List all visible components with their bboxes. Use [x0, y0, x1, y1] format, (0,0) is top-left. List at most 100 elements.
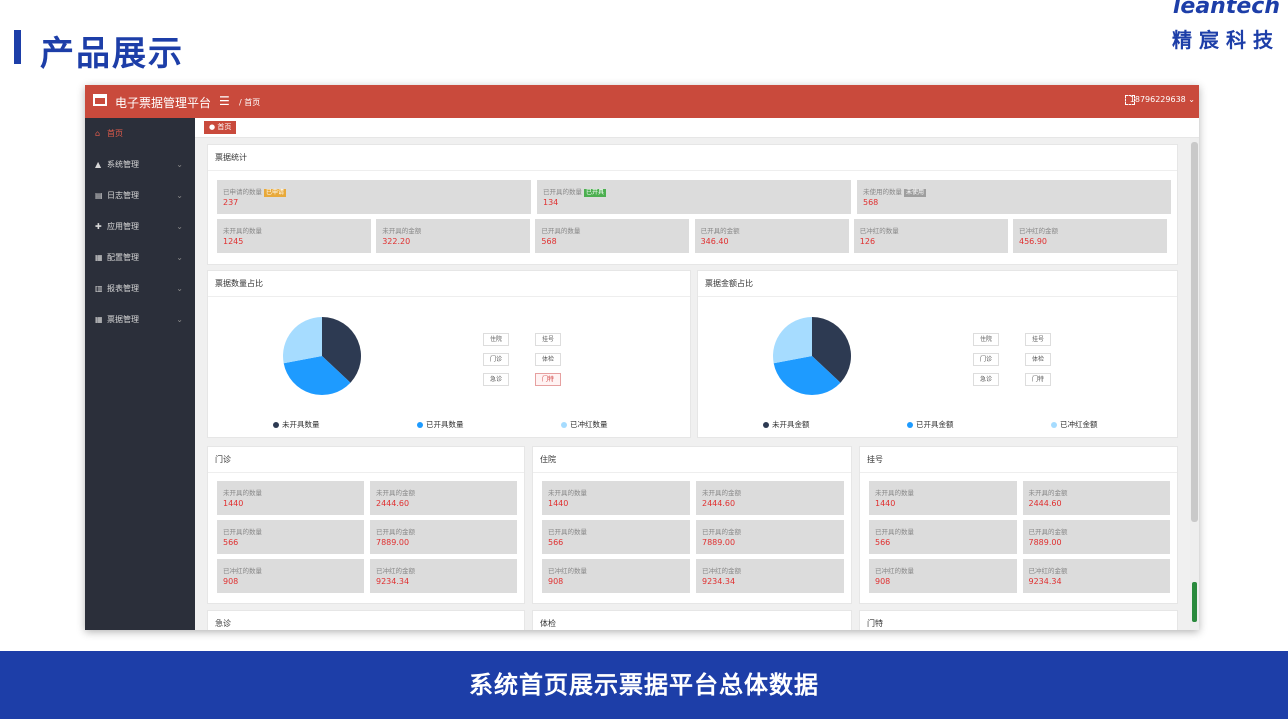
legend-dot	[561, 422, 567, 428]
stat-label-text: 未开具的数量	[223, 227, 262, 235]
chevron-down-icon: ⌄	[176, 222, 183, 231]
stat-value: 568	[863, 198, 879, 207]
user-menu[interactable]: 18796229638 ⌄	[1130, 95, 1195, 104]
dept-filter-button[interactable]: 急诊	[973, 373, 999, 386]
stat-label: 已开具的数量 已开具	[543, 186, 607, 197]
stat-label-text: 已冲红的数量	[859, 227, 899, 235]
dept-filter-button[interactable]: 门特	[535, 373, 561, 386]
stat-value: 566	[223, 538, 239, 547]
legend-label: 已开具数量	[426, 420, 464, 429]
sidebar-item-icon: ✚	[95, 222, 102, 231]
dept-filter-button[interactable]: 住院	[483, 333, 509, 346]
dept-card-partial: 急诊	[207, 610, 525, 630]
legend-item[interactable]: 已开具金额	[907, 419, 954, 430]
dept-filter-button[interactable]: 体检	[535, 353, 561, 366]
stat-box: 未开具的数量 1245	[217, 219, 371, 253]
legend-item[interactable]: 已冲红金额	[1051, 419, 1098, 430]
stat-label: 已开具的金额	[701, 225, 740, 235]
sidebar-item-icon: ▦	[95, 253, 103, 262]
sidebar-item-label: 系统管理	[107, 160, 139, 169]
stat-value: 566	[548, 538, 564, 547]
stat-value: 126	[859, 237, 876, 246]
stat-box: 未开具的数量 1440	[869, 481, 1017, 515]
sidebar-item[interactable]: ⌂ 首页	[85, 118, 195, 149]
dept-filter-button[interactable]: 体检	[1025, 353, 1051, 366]
stat-value: 2444.60	[376, 499, 410, 508]
stat-value: 568	[541, 237, 557, 246]
stat-value: 456.90	[1019, 237, 1047, 246]
title-accent-bar	[14, 30, 21, 64]
stat-label: 未开具的数量	[548, 487, 587, 497]
legend-item[interactable]: 未开具数量	[273, 419, 320, 430]
stat-label: 已开具的数量	[223, 526, 262, 536]
scrollbar[interactable]	[1190, 138, 1199, 630]
pie-slice-2[interactable]	[283, 317, 322, 364]
pie-slice-2[interactable]	[773, 317, 812, 364]
scroll-thumb[interactable]	[1191, 142, 1198, 522]
stat-value: 9234.34	[376, 577, 410, 586]
scroll-indicator	[1192, 582, 1197, 622]
stat-label-text: 已冲红的数量	[548, 567, 587, 575]
legend-label: 已开具金额	[916, 420, 954, 429]
legend-item[interactable]: 已冲红数量	[561, 419, 608, 430]
legend-dot	[417, 422, 423, 428]
slide: 产品展示 leantech 精宸科技 电子票据管理平台 ☰ / 首页 18796…	[0, 0, 1288, 719]
stat-label-text: 已开具的数量	[875, 528, 914, 536]
dept-card-title: 体检	[533, 611, 851, 630]
dept-filter-button[interactable]: 挂号	[1025, 333, 1051, 346]
stat-label: 已冲红的金额	[1029, 565, 1068, 575]
app-screenshot: 电子票据管理平台 ☰ / 首页 18796229638 ⌄ ⌂ 首页 ▲ 系统管理 ⌄ ▤…	[85, 85, 1199, 630]
tab-home[interactable]: ● 首页	[204, 121, 237, 134]
stat-label-text: 未开具的金额	[1028, 489, 1068, 497]
stat-value: 7889.00	[376, 538, 410, 547]
sidebar-item[interactable]: ▥ 报表管理 ⌄	[85, 273, 195, 304]
stat-box: 未开具的数量 1440	[217, 481, 364, 515]
sidebar-item[interactable]: ▦ 票据管理 ⌄	[85, 304, 195, 335]
sidebar-item[interactable]: ▤ 日志管理 ⌄	[85, 180, 195, 211]
sidebar-item[interactable]: ✚ 应用管理 ⌄	[85, 211, 195, 242]
menu-toggle-icon[interactable]: ☰	[219, 94, 230, 108]
dept-filter-button[interactable]: 急诊	[483, 373, 509, 386]
status-badge: 已开具	[584, 189, 607, 197]
dept-filter-button[interactable]: 门诊	[483, 353, 509, 366]
legend-label: 已冲红金额	[1060, 420, 1098, 429]
legend-dot	[763, 422, 769, 428]
legend-dot	[907, 422, 913, 428]
stat-box: 已开具的数量 566	[869, 520, 1017, 554]
dept-card-title: 门诊	[208, 447, 524, 473]
stat-box: 未开具的金额 2444.60	[1022, 481, 1170, 515]
legend-item[interactable]: 已开具数量	[417, 419, 464, 430]
dept-filter-button[interactable]: 挂号	[535, 333, 561, 346]
stat-value: 134	[543, 198, 559, 207]
legend-item[interactable]: 未开具金额	[763, 419, 810, 430]
stat-label: 已开具的数量	[875, 526, 914, 536]
stat-label: 已开具的数量	[541, 225, 580, 235]
stat-label: 已冲红的金额	[1019, 225, 1058, 235]
chevron-down-icon: ⌄	[176, 191, 183, 200]
status-badge: 已申请	[264, 189, 287, 197]
dept-filter-button[interactable]: 住院	[973, 333, 999, 346]
stat-label: 已冲红的金额	[702, 565, 741, 575]
dept-filter-button[interactable]: 门诊	[973, 353, 999, 366]
sidebar-item[interactable]: ▲ 系统管理 ⌄	[85, 149, 195, 180]
stat-box: 已开具的金额 7889.00	[1022, 520, 1170, 554]
dept-card-title: 住院	[533, 447, 851, 473]
stat-box: 未开具的金额 2444.60	[696, 481, 844, 515]
stat-value: 7889.00	[702, 538, 736, 547]
stat-label: 未开具的金额	[376, 487, 415, 497]
stat-value: 1245	[223, 237, 244, 246]
main-content: ● 首页 票据统计 已申请的数量 已申请 237 已开具的数量 已开具 134 未使用的数量…	[195, 118, 1199, 630]
breadcrumb[interactable]: / 首页	[239, 97, 260, 108]
sidebar-item[interactable]: ▦ 配置管理 ⌄	[85, 242, 195, 273]
stat-label: 未开具的数量	[223, 487, 262, 497]
stat-label-text: 未开具的金额	[376, 489, 415, 497]
stats-card-title: 票据统计	[208, 145, 1177, 171]
stat-value: 322.20	[382, 237, 411, 246]
stat-box: 已开具的数量 568	[535, 219, 690, 253]
stat-value: 908	[223, 577, 239, 586]
dept-card: 住院 未开具的数量 1440 未开具的金额 2444.60 已开具的数量 566 已开具的金…	[532, 446, 852, 604]
dept-filter-button[interactable]: 门特	[1025, 373, 1051, 386]
pie-card-count: 票据数量占比 住院 挂号 门诊 体检 急诊 门特 未开具数量 已开具数量 已冲红数量	[207, 270, 691, 438]
stat-label: 已冲红的数量	[548, 565, 587, 575]
dept-card-title: 门特	[860, 611, 1177, 630]
